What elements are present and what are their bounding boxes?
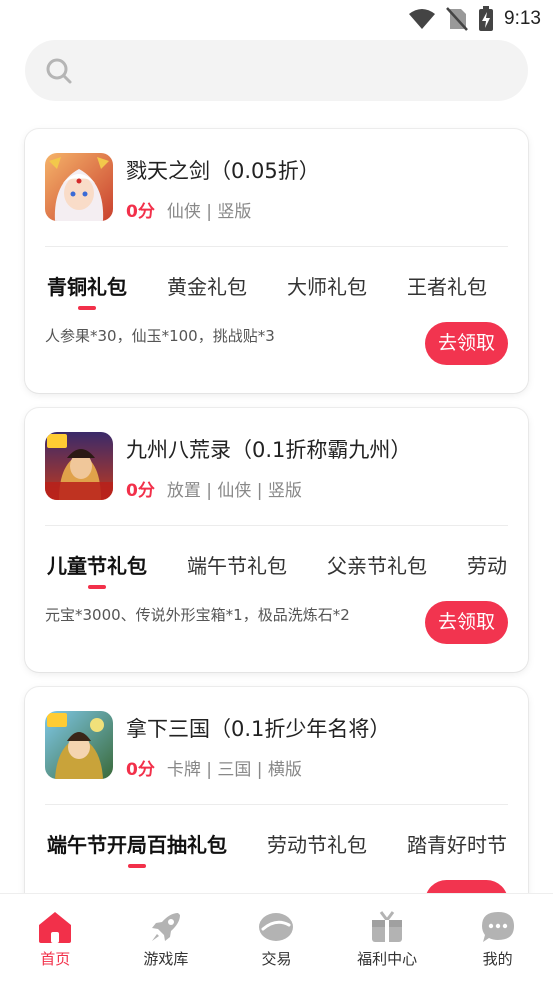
nav-item-welfare-center[interactable]: 福利中心: [332, 894, 443, 983]
gift-tab[interactable]: 踏青好时节: [407, 829, 507, 858]
gift-tab[interactable]: 王者礼包: [407, 271, 487, 300]
battery-charging-icon: [479, 6, 494, 31]
game-meta: 0分 放置 | 仙侠 | 竖版: [126, 476, 302, 501]
status-icons: 9:13: [408, 6, 541, 32]
trade-icon: [259, 913, 294, 941]
chat-bubble-icon: [481, 912, 514, 942]
game-icon: [45, 711, 113, 779]
gift-icon: [372, 911, 403, 942]
game-price: 0分: [126, 481, 155, 501]
game-icon: [45, 432, 113, 500]
gift-tab[interactable]: 青铜礼包: [47, 271, 127, 310]
game-card[interactable]: 戮天之剑（0.05折） 0分 仙侠 | 竖版 青铜礼包 黄金礼包 大师礼包 王者…: [25, 129, 528, 393]
search-bar[interactable]: [25, 40, 528, 101]
gift-tab[interactable]: 劳动节礼包: [267, 829, 367, 858]
gift-tabs: 端午节开局百抽礼包 劳动节礼包 踏青好时节: [47, 829, 528, 868]
nav-label: 福利中心: [357, 950, 418, 968]
game-title[interactable]: 戮天之剑（0.05折）: [126, 155, 320, 185]
no-sim-icon: [446, 7, 468, 31]
wifi-icon: [409, 9, 436, 29]
nav-label: 交易: [261, 950, 292, 968]
gift-tabs: 青铜礼包 黄金礼包 大师礼包 王者礼包: [47, 271, 527, 310]
search-icon: [46, 58, 72, 84]
home-icon: [39, 912, 72, 943]
gift-tab[interactable]: 大师礼包: [287, 271, 367, 300]
bottom-nav: 首页 游戏库 交易 福利中心 我的: [0, 893, 553, 983]
claim-button[interactable]: 去领取: [425, 601, 508, 644]
game-meta: 0分 卡牌 | 三国 | 横版: [126, 755, 302, 780]
nav-item-mine[interactable]: 我的: [442, 894, 553, 983]
status-bar: 9:13: [0, 0, 553, 38]
divider: [45, 804, 508, 805]
game-meta: 0分 仙侠 | 竖版: [126, 197, 251, 222]
rocket-icon: [151, 913, 180, 941]
gift-tab[interactable]: 父亲节礼包: [327, 550, 427, 579]
divider: [45, 525, 508, 526]
gift-tab[interactable]: 黄金礼包: [167, 271, 247, 300]
nav-item-trade[interactable]: 交易: [221, 894, 332, 983]
nav-item-game-library[interactable]: 游戏库: [111, 894, 222, 983]
gift-tabs: 儿童节礼包 端午节礼包 父亲节礼包 劳动: [47, 550, 528, 589]
gift-tab[interactable]: 儿童节礼包: [47, 550, 147, 589]
game-price: 0分: [126, 760, 155, 780]
gift-reward-text: 元宝*3000、传说外形宝箱*1，极品洗炼石*2: [45, 606, 350, 624]
gift-tab[interactable]: 端午节开局百抽礼包: [47, 829, 227, 868]
gift-tab[interactable]: 端午节礼包: [187, 550, 287, 579]
game-title[interactable]: 拿下三国（0.1折少年名将）: [126, 713, 390, 743]
divider: [45, 246, 508, 247]
nav-item-home[interactable]: 首页: [0, 894, 111, 983]
game-price: 0分: [126, 202, 155, 222]
nav-label: 首页: [40, 950, 71, 968]
gift-reward-text: 人参果*30，仙玉*100，挑战贴*3: [45, 327, 275, 345]
game-tags: 放置 | 仙侠 | 竖版: [166, 481, 302, 501]
status-time: 9:13: [504, 8, 541, 29]
gift-tab[interactable]: 劳动: [467, 550, 507, 579]
game-tags: 卡牌 | 三国 | 横版: [166, 760, 302, 780]
search-input[interactable]: [85, 54, 505, 88]
game-tags: 仙侠 | 竖版: [166, 202, 252, 222]
game-icon: [45, 153, 113, 221]
claim-button[interactable]: 去领取: [425, 322, 508, 365]
nav-label: 我的: [482, 950, 513, 968]
nav-label: 游戏库: [143, 950, 189, 968]
game-title[interactable]: 九州八荒录（0.1折称霸九州）: [126, 434, 411, 464]
game-card[interactable]: 九州八荒录（0.1折称霸九州） 0分 放置 | 仙侠 | 竖版 儿童节礼包 端午…: [25, 408, 528, 672]
